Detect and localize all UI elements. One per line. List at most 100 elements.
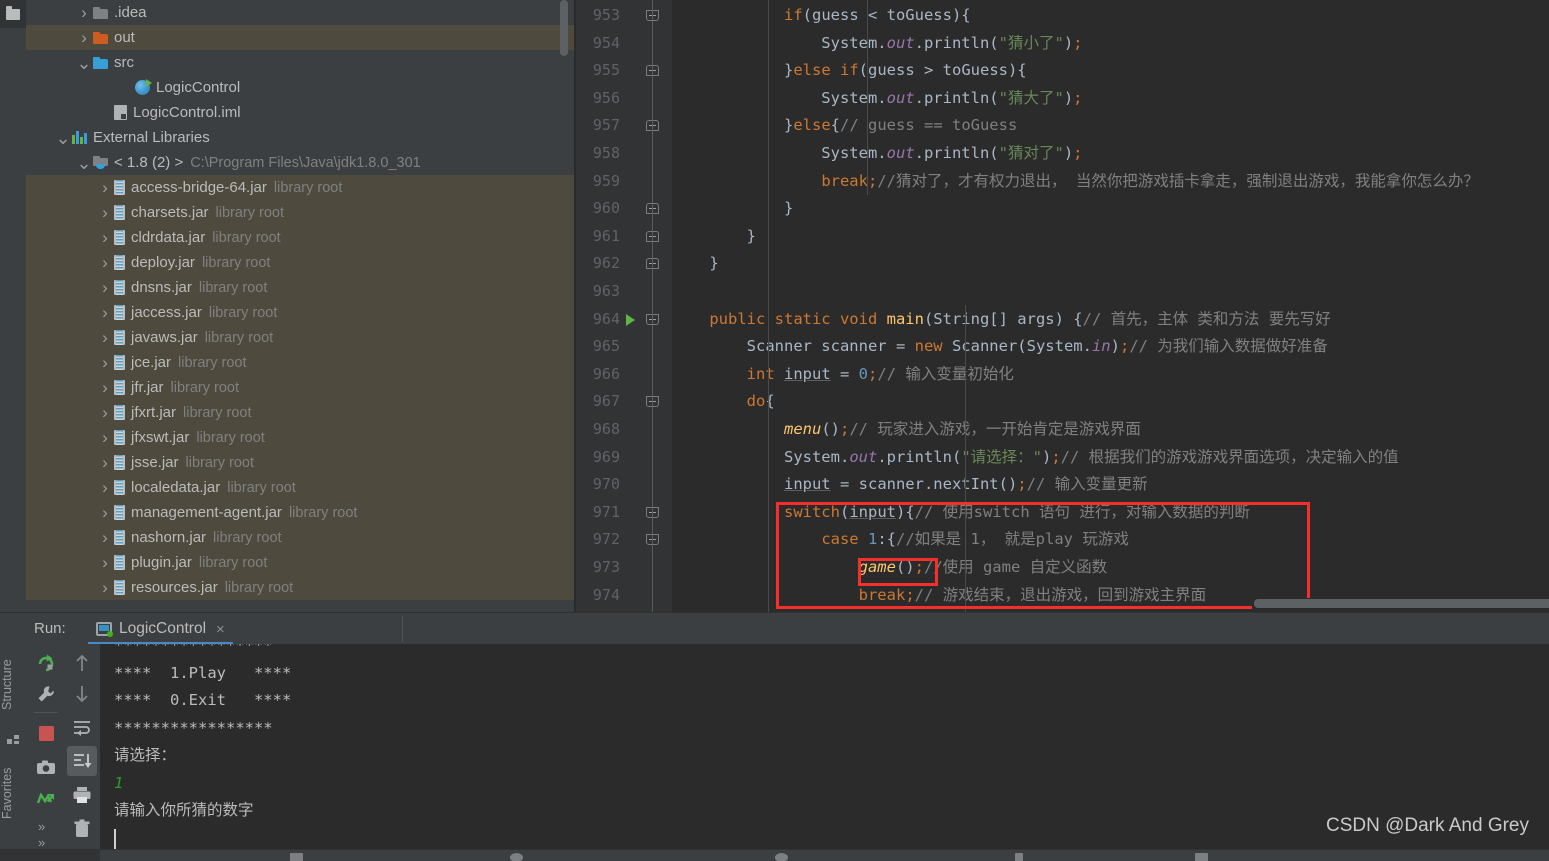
chevron-right-icon[interactable]: › [96,328,114,348]
settings-wrench-button[interactable] [31,679,61,709]
favorites-tool-button[interactable]: Favorites [0,754,26,832]
tree-item-logiccontrol[interactable]: LogicControl [26,75,574,100]
status-icon-5[interactable] [1195,853,1208,861]
chevron-right-icon[interactable]: › [96,478,114,498]
chevron-down-icon[interactable]: ⌄ [75,160,93,166]
project-tree-scrollbar[interactable] [560,0,568,56]
coverage-button[interactable] [31,785,61,815]
chevron-right-icon[interactable]: › [96,503,114,523]
stop-button[interactable] [31,718,61,748]
code-token-plain: } [672,199,793,217]
tree-item-localedata-jar[interactable]: ›localedata.jarlibrary root [26,475,574,500]
tree-item-charsets-jar[interactable]: ›charsets.jarlibrary root [26,200,574,225]
code-line: break;//猜对了，才有权力退出， 当然你把游戏插卡拿走，强制退出游戏，我能… [672,168,1479,196]
chevron-right-icon[interactable]: › [96,353,114,373]
expand-toolbar-button[interactable]: » [38,819,45,834]
chevron-right-icon[interactable]: › [96,203,114,223]
code-editor[interactable]: 9539549559569579589599609619629639649659… [576,0,1549,612]
tree-item-1-8-2[interactable]: ⌄< 1.8 (2) >C:\Program Files\Java\jdk1.8… [26,150,574,175]
code-token-plain: } [672,116,793,134]
chevron-right-icon[interactable]: › [96,528,114,548]
tree-item-out[interactable]: ›out [26,25,574,50]
chevron-right-icon[interactable]: › [96,453,114,473]
tree-item-jfr-jar[interactable]: ›jfr.jarlibrary root [26,375,574,400]
chevron-right-icon[interactable]: › [96,178,114,198]
jar-icon [114,405,125,420]
line-number: 965 [576,333,620,361]
run-gutter-icon[interactable] [626,314,635,326]
console-line: 请选择： [114,742,176,769]
tree-item-jfxrt-jar[interactable]: ›jfxrt.jarlibrary root [26,400,574,425]
print-button[interactable] [67,780,97,810]
status-icon-1[interactable] [290,853,303,861]
tree-item-label: dnsns.jar [131,279,192,296]
run-config-icon [96,622,112,636]
console-output[interactable]: ********************* 1.Play ******** 0.… [100,644,1549,849]
tree-item-jaccess-jar[interactable]: ›jaccess.jarlibrary root [26,300,574,325]
chevron-right-icon[interactable]: › [96,578,114,598]
code-token-plain: } [672,254,719,272]
code-token-semi: ; [905,586,914,604]
tree-item-dnsns-jar[interactable]: ›dnsns.jarlibrary root [26,275,574,300]
code-token-plain: () [821,420,840,438]
status-icon-4[interactable] [1015,853,1023,861]
structure-tool-button[interactable]: Structure [0,648,26,722]
tree-item-deploy-jar[interactable]: ›deploy.jarlibrary root [26,250,574,275]
tree-item-jfxswt-jar[interactable]: ›jfxswt.jarlibrary root [26,425,574,450]
code-token-plain [775,365,784,383]
close-icon[interactable]: × [216,621,225,638]
project-tool-button[interactable] [0,0,26,28]
tree-item-jsse-jar[interactable]: ›jsse.jarlibrary root [26,450,574,475]
tree-item-external-libraries[interactable]: ⌄External Libraries [26,125,574,150]
code-token-cmt: // 输入变量更新 [1027,475,1148,493]
jar-icon [114,180,125,195]
tree-item-plugin-jar[interactable]: ›plugin.jarlibrary root [26,550,574,575]
jar-icon [114,255,125,270]
editor-horizontal-scrollbar[interactable] [1254,599,1549,608]
chevron-right-icon[interactable]: › [96,253,114,273]
code-token-plain: .println( [915,34,999,52]
status-icon-2[interactable] [510,853,523,861]
chevron-down-icon[interactable]: ⌄ [54,135,72,141]
tree-item-jce-jar[interactable]: ›jce.jarlibrary root [26,350,574,375]
tree-item-javaws-jar[interactable]: ›javaws.jarlibrary root [26,325,574,350]
code-token-plain [672,530,821,548]
tree-item-access-bridge-64-jar[interactable]: ›access-bridge-64.jarlibrary root [26,175,574,200]
scroll-to-end-button[interactable] [67,746,97,776]
scroll-up-button[interactable] [67,648,97,678]
soft-wrap-button[interactable] [67,713,97,743]
chevron-right-icon[interactable]: › [96,278,114,298]
code-token-cmt: // 输入变量初始化 [877,365,1014,383]
run-tab-logiccontrol[interactable]: LogicControl × [88,613,233,645]
chevron-right-icon[interactable]: › [96,553,114,573]
rerun-button[interactable] [31,648,61,678]
tree-item-nashorn-jar[interactable]: ›nashorn.jarlibrary root [26,525,574,550]
code-token-plain [672,310,709,328]
chevron-right-icon[interactable]: › [96,303,114,323]
tree-item-cldrdata-jar[interactable]: ›cldrdata.jarlibrary root [26,225,574,250]
chevron-right-icon[interactable]: › [96,378,114,398]
scroll-down-button[interactable] [67,679,97,709]
tree-item-logiccontrol-iml[interactable]: LogicControl.iml [26,100,574,125]
tree-item-idea[interactable]: ›.idea [26,0,574,25]
tree-item-label: LogicControl [156,79,240,96]
project-tree-panel[interactable]: ›.idea›out⌄src LogicControl LogicControl.i… [26,0,574,612]
chevron-down-icon[interactable]: ⌄ [75,60,93,66]
tree-item-label: jfxswt.jar [131,429,189,446]
chevron-right-icon[interactable]: › [96,228,114,248]
tree-item-management-agent-jar[interactable]: ›management-agent.jarlibrary root [26,500,574,525]
code-token-str: "请选择：" [961,448,1042,466]
expand-chevron[interactable]: » [38,835,45,850]
status-icon-3[interactable] [775,853,788,861]
code-token-plain: } [672,227,756,245]
chevron-right-icon[interactable]: › [75,3,93,23]
code-line: case 1:{//如果是 1， 就是play 玩游戏 [672,526,1129,554]
code-text-area[interactable]: if(guess < toGuess){ System.out.println(… [672,0,1549,612]
folder-grey-icon [93,7,108,19]
chevron-right-icon[interactable]: › [96,403,114,423]
tree-item-resources-jar[interactable]: ›resources.jarlibrary root [26,575,574,600]
tree-item-src[interactable]: ⌄src [26,50,574,75]
chevron-right-icon[interactable]: › [75,28,93,48]
camera-button[interactable] [31,752,61,782]
chevron-right-icon[interactable]: › [96,428,114,448]
